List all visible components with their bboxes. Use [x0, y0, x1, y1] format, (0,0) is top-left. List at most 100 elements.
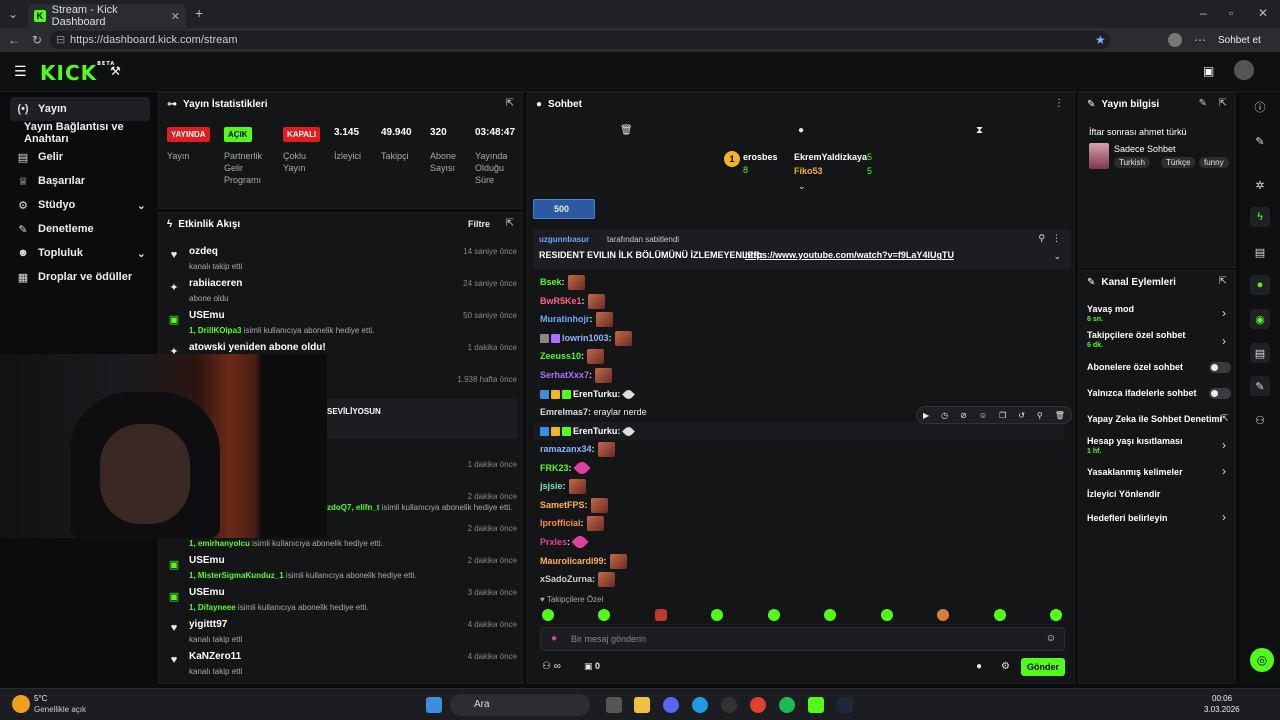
chevron-right-icon[interactable]: ›	[1222, 438, 1226, 452]
taskbar-search[interactable]: Ara	[450, 694, 590, 716]
tag[interactable]: Turkish	[1114, 157, 1150, 168]
emote-icon[interactable]	[542, 609, 554, 621]
set-goals-setting[interactable]: Hedefleri belirleyin	[1087, 513, 1232, 523]
popout-icon[interactable]: ⇱	[1219, 276, 1227, 287]
chat-icon[interactable]: ●	[1250, 275, 1270, 295]
chrome-icon[interactable]	[750, 697, 766, 713]
steam-icon[interactable]	[837, 697, 853, 713]
timeout-icon[interactable]: ◷	[941, 411, 948, 420]
bug-icon[interactable]: ✲	[1250, 175, 1270, 195]
slow-mode-setting[interactable]: Yavaş mod 6 sn.	[1087, 304, 1232, 323]
chat-bubble-icon[interactable]: ●	[976, 661, 982, 672]
banned-words-setting[interactable]: Yasaklanmış kelimeler	[1087, 467, 1232, 477]
kick-app-icon[interactable]	[808, 697, 824, 713]
emote-icon[interactable]	[993, 609, 1006, 621]
more-options-icon[interactable]: ⋮	[1054, 98, 1064, 109]
account-age-setting[interactable]: Hesap yaşı kısıtlaması 1 hf.	[1087, 436, 1232, 455]
new-tab-icon[interactable]: +	[195, 6, 203, 20]
lightning-icon[interactable]: ϟ	[1250, 207, 1270, 227]
emoji-icon[interactable]: ☺	[1046, 633, 1056, 644]
sidebar-item-gelir[interactable]: ▤ Gelir	[10, 145, 150, 169]
popout-icon[interactable]: ⇱	[506, 98, 514, 109]
emote-icon[interactable]	[1049, 609, 1062, 621]
clipboard-icon[interactable]: ▤	[1250, 242, 1270, 262]
pinned-link[interactable]: https://www.youtube.com/watch?v=f9LaY4lU…	[745, 250, 954, 260]
bookmark-star-icon[interactable]: ★	[1095, 33, 1106, 47]
tag[interactable]: Türkçe	[1161, 157, 1196, 168]
sidebar-item-topluluk[interactable]: ☻ Topluluk ⌄	[10, 241, 150, 265]
popout-icon[interactable]: ⇱	[1219, 98, 1227, 109]
url-field[interactable]: ⊟ https://dashboard.kick.com/stream	[50, 31, 1110, 49]
emote-only-toggle[interactable]	[1209, 388, 1231, 399]
maximize-icon[interactable]: ▫	[1229, 6, 1233, 20]
send-button[interactable]: Gönder	[1021, 658, 1065, 676]
browser-tab[interactable]: K Stream - Kick Dashboard ✕	[28, 4, 186, 28]
file-explorer-icon[interactable]	[634, 697, 650, 713]
external-link-icon[interactable]: ⇱	[1221, 413, 1229, 424]
ghost-icon[interactable]: ☺	[979, 411, 987, 420]
users-icon[interactable]: ⚇	[1250, 410, 1270, 430]
volume-icon[interactable]: ◉	[1250, 309, 1270, 329]
edit-icon[interactable]: ✎	[1199, 98, 1207, 109]
camera-icon[interactable]: ▣	[1203, 64, 1214, 78]
emote-icon[interactable]	[937, 609, 950, 621]
hammer-icon[interactable]: ⚒	[110, 64, 121, 78]
emote-icon[interactable]	[711, 609, 724, 621]
ai-moderation-setting[interactable]: Yapay Zeka ile Sohbet Denetimi	[1087, 414, 1232, 424]
more-options-icon[interactable]: ⋮	[1052, 233, 1061, 244]
help-chat-button[interactable]: ◎	[1250, 648, 1274, 672]
chat-input[interactable]: ● Bir mesaj gönderin ☺	[540, 627, 1065, 651]
reload-icon[interactable]: ↻	[32, 33, 42, 47]
chat-bubble-icon[interactable]: ●	[798, 125, 804, 136]
layout-icon[interactable]: ▤	[1250, 343, 1270, 363]
chevron-down-icon[interactable]: ⌄	[798, 181, 806, 192]
users-infinite-icon[interactable]: ⚇ ∞	[542, 661, 561, 672]
wrench-icon[interactable]: ✎	[1250, 376, 1270, 396]
pin-icon[interactable]: ⚲	[1037, 411, 1043, 420]
kick-logo[interactable]: KICKBETA	[40, 61, 115, 85]
chevron-right-icon[interactable]: ›	[1222, 334, 1226, 348]
copy-icon[interactable]: ❐	[999, 411, 1006, 420]
github-icon[interactable]	[721, 697, 737, 713]
sohbet-et-button[interactable]: Sohbet et	[1218, 34, 1261, 48]
sidebar-item-stream-key[interactable]: Yayın Bağlantısı ve Anahtarı	[18, 121, 158, 145]
close-tab-icon[interactable]: ✕	[171, 10, 180, 23]
more-menu-icon[interactable]: ⋯	[1194, 33, 1206, 47]
spotify-icon[interactable]	[779, 697, 795, 713]
host-viewers-setting[interactable]: İzleyici Yönlendir	[1087, 489, 1232, 499]
subscribers-only-toggle[interactable]	[1209, 362, 1231, 373]
ban-icon[interactable]: ⊘	[960, 411, 967, 420]
chevron-down-icon[interactable]: ⌄	[1053, 251, 1061, 262]
site-info-icon[interactable]: ⊟	[56, 31, 65, 49]
profile-avatar[interactable]	[1168, 33, 1182, 47]
mic-icon[interactable]: ●	[551, 633, 557, 644]
windows-start-icon[interactable]	[426, 697, 442, 713]
chevron-right-icon[interactable]: ›	[1222, 306, 1226, 320]
edge-icon[interactable]	[692, 697, 708, 713]
emote-icon[interactable]	[767, 609, 780, 621]
undo-icon[interactable]: ↺	[1018, 411, 1025, 420]
sidebar-item-droplar[interactable]: ▦ Droplar ve ödüller	[10, 265, 150, 289]
weather-icon[interactable]	[12, 695, 30, 713]
filter-button[interactable]: Filtre	[468, 219, 490, 229]
menu-icon[interactable]: ☰	[14, 64, 27, 78]
trash-icon[interactable]: 🗑	[1055, 411, 1065, 420]
tag[interactable]: funny	[1199, 157, 1229, 168]
followers-only-setting[interactable]: Takipçilere özel sohbet 6 dk.	[1087, 330, 1212, 349]
pencil-icon[interactable]: ✎	[1250, 131, 1270, 151]
chevron-right-icon[interactable]: ›	[1222, 464, 1226, 478]
minimize-icon[interactable]: –	[1200, 6, 1207, 20]
user-avatar[interactable]	[1234, 60, 1254, 80]
goal-badge[interactable]: 500	[533, 199, 595, 219]
gear-icon[interactable]: ⚙	[1001, 661, 1010, 672]
play-icon[interactable]: ▶	[923, 411, 929, 420]
hourglass-icon[interactable]: ⧗	[976, 125, 983, 136]
emote-icon[interactable]	[598, 609, 611, 621]
sidebar-item-basarilar[interactable]: ♕ Başarılar	[10, 169, 150, 193]
task-view-icon[interactable]	[606, 697, 622, 713]
emote-icon[interactable]	[824, 609, 837, 621]
back-icon[interactable]: ←	[8, 33, 20, 47]
popout-icon[interactable]: ⇱	[506, 218, 514, 229]
discord-icon[interactable]	[663, 697, 679, 713]
emote-icon[interactable]	[654, 609, 667, 621]
